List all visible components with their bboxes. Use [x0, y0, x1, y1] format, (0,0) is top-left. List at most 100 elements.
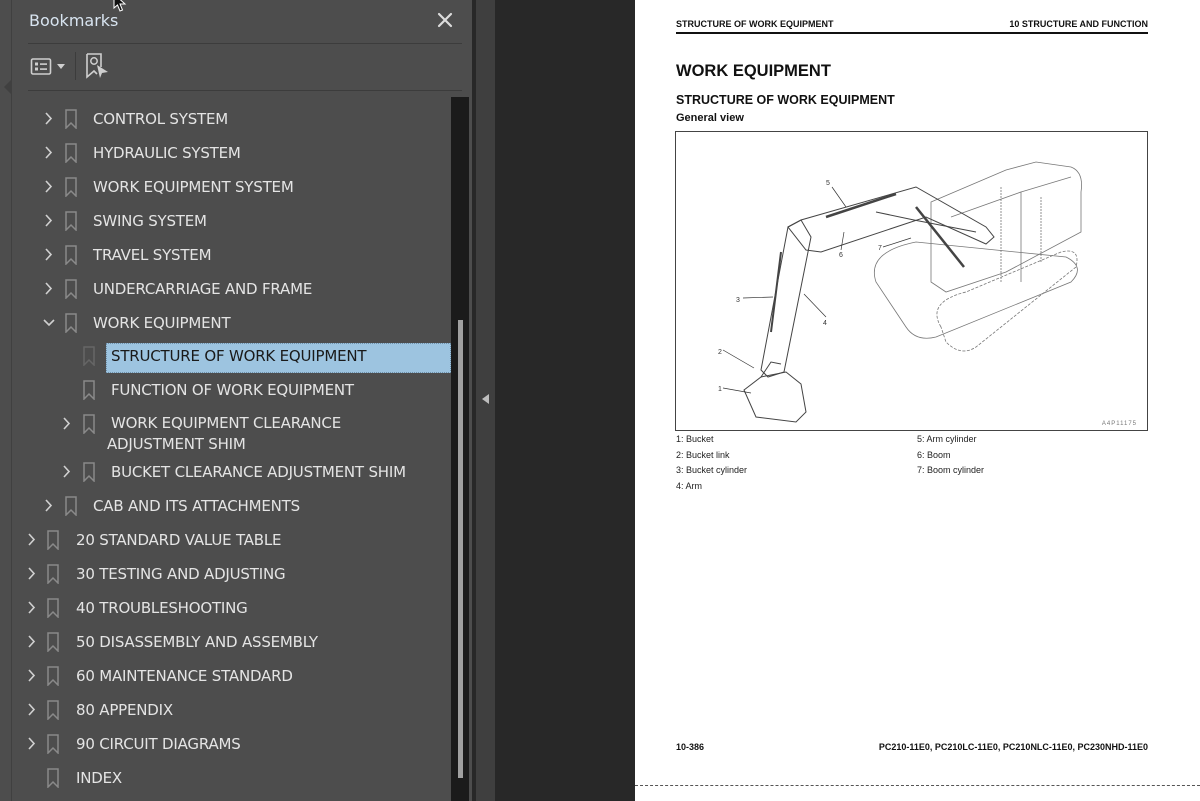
page-subheading: STRUCTURE OF WORK EQUIPMENT: [676, 93, 895, 107]
bookmark-item[interactable]: BUCKET CLEARANCE ADJUSTMENT SHIM: [0, 461, 450, 491]
bookmark-label: 50 DISASSEMBLY AND ASSEMBLY: [76, 633, 318, 651]
svg-text:6: 6: [839, 252, 843, 259]
legend-item: 6: Boom: [917, 449, 951, 460]
chevron-right-icon[interactable]: [25, 564, 39, 584]
bookmark-label: 30 TESTING AND ADJUSTING: [76, 565, 286, 583]
bookmark-icon: [65, 177, 77, 197]
bookmark-item[interactable]: FUNCTION OF WORK EQUIPMENT: [0, 379, 450, 409]
options-menu-button[interactable]: [28, 54, 68, 80]
bookmark-item[interactable]: UNDERCARRIAGE AND FRAME: [0, 278, 450, 308]
bookmark-item[interactable]: TRAVEL SYSTEM: [0, 244, 450, 274]
bookmark-label: INDEX: [76, 769, 122, 787]
chevron-right-icon[interactable]: [25, 666, 39, 686]
bookmark-icon: [47, 564, 59, 584]
section-title: General view: [676, 112, 744, 124]
chevron-right-icon[interactable]: [42, 211, 56, 231]
bookmark-item[interactable]: HYDRAULIC SYSTEM: [0, 142, 450, 172]
svg-text:3: 3: [736, 297, 740, 304]
bookmark-icon: [65, 279, 77, 299]
model-list: PC210-11E0, PC210LC-11E0, PC210NLC-11E0,…: [878, 742, 1148, 752]
bookmark-item[interactable]: CONTROL SYSTEM: [0, 108, 450, 138]
page-heading: WORK EQUIPMENT: [676, 62, 831, 80]
chevron-right-icon[interactable]: [60, 414, 74, 434]
bookmark-icon: [47, 666, 59, 686]
triangle-left-icon[interactable]: [482, 394, 489, 404]
bookmark-item[interactable]: WORK EQUIPMENT: [0, 312, 450, 342]
bookmark-item[interactable]: 20 STANDARD VALUE TABLE: [0, 529, 450, 559]
bookmark-item[interactable]: CAB AND ITS ATTACHMENTS: [0, 495, 450, 525]
bookmark-icon: [83, 346, 95, 366]
legend-item: 5: Arm cylinder: [917, 434, 977, 444]
chevron-right-icon[interactable]: [42, 496, 56, 516]
svg-text:5: 5: [826, 180, 830, 187]
header-rule: [676, 32, 1148, 34]
bucket: [743, 371, 807, 423]
divider: [28, 90, 462, 91]
bookmark-label: BUCKET CLEARANCE ADJUSTMENT SHIM: [111, 463, 406, 481]
bookmark-label: WORK EQUIPMENT CLEARANCE ADJUSTMENT SHIM: [107, 414, 341, 453]
bookmark-item[interactable]: 50 DISASSEMBLY AND ASSEMBLY: [0, 631, 450, 661]
bookmark-icon: [65, 496, 77, 516]
svg-text:7: 7: [878, 245, 882, 252]
bookmark-label: TRAVEL SYSTEM: [93, 246, 212, 264]
chevron-down-icon[interactable]: [42, 313, 56, 333]
bookmark-item[interactable]: 60 MAINTENANCE STANDARD: [0, 665, 450, 695]
bookmark-item[interactable]: STRUCTURE OF WORK EQUIPMENT: [0, 345, 450, 375]
scrollbar-thumb[interactable]: [458, 320, 463, 778]
bookmark-item[interactable]: 40 TROUBLESHOOTING: [0, 597, 450, 627]
divider: [28, 43, 462, 44]
svg-text:4: 4: [823, 320, 827, 327]
bookmark-item[interactable]: 30 TESTING AND ADJUSTING: [0, 563, 450, 593]
bookmark-find-icon: [86, 53, 108, 79]
chevron-right-icon[interactable]: [42, 177, 56, 197]
bookmark-label: 20 STANDARD VALUE TABLE: [76, 531, 282, 549]
chevron-right-icon[interactable]: [25, 598, 39, 618]
chevron-right-icon[interactable]: [25, 700, 39, 720]
bookmark-item[interactable]: SWING SYSTEM: [0, 210, 450, 240]
bookmark-label: 60 MAINTENANCE STANDARD: [76, 667, 293, 685]
bookmark-icon: [47, 700, 59, 720]
bucket-cylinder: [770, 251, 782, 333]
close-button[interactable]: [434, 9, 456, 31]
figure-code: A4P11175: [1101, 421, 1137, 427]
bookmark-label: STRUCTURE OF WORK EQUIPMENT: [111, 347, 367, 365]
bookmark-item[interactable]: 80 APPENDIX: [0, 699, 450, 729]
bookmark-label: FUNCTION OF WORK EQUIPMENT: [111, 381, 354, 399]
chevron-right-icon[interactable]: [25, 530, 39, 550]
find-current-bookmark-button[interactable]: [84, 52, 112, 80]
bookmark-icon: [65, 211, 77, 231]
legend-item: 2: Bucket link: [676, 449, 730, 460]
bookmark-label: 90 CIRCUIT DIAGRAMS: [76, 735, 241, 753]
bookmark-label: 80 APPENDIX: [76, 701, 173, 719]
bookmark-label: WORK EQUIPMENT SYSTEM: [93, 178, 294, 196]
legend-item: 1: Bucket: [676, 434, 714, 444]
chevron-right-icon[interactable]: [42, 245, 56, 265]
arm: [760, 219, 812, 378]
bookmark-item[interactable]: WORK EQUIPMENT SYSTEM: [0, 176, 450, 206]
bookmark-icon: [47, 768, 59, 788]
bookmark-icon: [47, 598, 59, 618]
chevron-right-icon[interactable]: [25, 734, 39, 754]
panel-pointer: [4, 80, 11, 94]
excavator-diagram: 5 6 7 4 3 2 1 A4P11175: [675, 131, 1148, 431]
legend-right: 5: Arm cylinder 6: Boom 7: Boom cylinder: [917, 432, 984, 479]
bookmark-icon: [47, 734, 59, 754]
bookmark-label: HYDRAULIC SYSTEM: [93, 144, 241, 162]
chevron-right-icon[interactable]: [42, 143, 56, 163]
track-front: [936, 250, 1078, 352]
chevron-right-icon[interactable]: [60, 462, 74, 482]
bookmark-label: UNDERCARRIAGE AND FRAME: [93, 280, 313, 298]
caret-down-icon: [57, 64, 65, 69]
bookmark-item[interactable]: WORK EQUIPMENT CLEARANCE ADJUSTMENT SHIM: [0, 413, 450, 453]
chevron-right-icon[interactable]: [42, 109, 56, 129]
bookmark-label: CONTROL SYSTEM: [93, 110, 229, 128]
bookmark-label: 40 TROUBLESHOOTING: [76, 599, 248, 617]
legend-item: 4: Arm: [676, 480, 703, 491]
bookmark-item[interactable]: INDEX: [0, 767, 450, 797]
bookmark-item[interactable]: 90 CIRCUIT DIAGRAMS: [0, 733, 450, 763]
chevron-right-icon[interactable]: [42, 279, 56, 299]
chevron-right-icon[interactable]: [25, 632, 39, 652]
svg-text:1: 1: [718, 386, 722, 393]
bookmark-icon: [83, 414, 95, 434]
bookmark-icon: [47, 530, 59, 550]
